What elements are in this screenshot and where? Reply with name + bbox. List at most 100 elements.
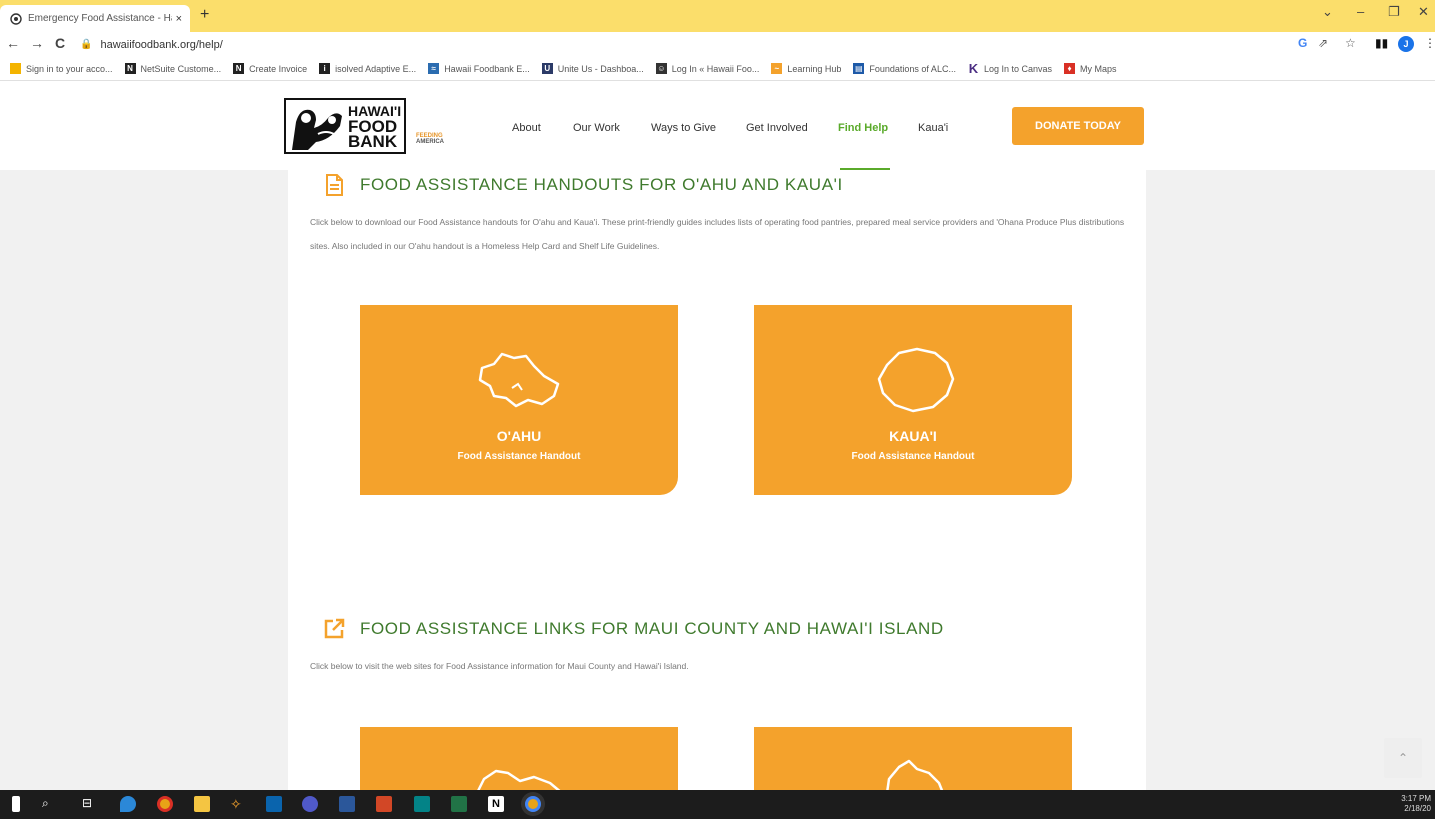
section-heading-handouts: FOOD ASSISTANCE HANDOUTS FOR O'AHU AND K… [322,173,843,197]
google-icon[interactable]: G [1298,36,1307,50]
chrome-icon[interactable] [157,796,173,812]
tab-search-icon[interactable]: ⌄ [1322,4,1333,20]
restore-button[interactable]: ❐ [1388,4,1400,20]
side-panel-icon[interactable]: ▮▮ [1375,36,1388,50]
section-heading-links: FOOD ASSISTANCE LINKS FOR MAUI COUNTY AN… [322,617,944,641]
bookmark-item[interactable]: U Unite Us - Dashboa... [541,63,644,74]
bookmark-item[interactable]: ▤ Foundations of ALC... [853,63,956,74]
site-header: HAWAI'I FOOD BANK FEEDING AMERICA About … [0,81,1435,170]
bookmark-label: Foundations of ALC... [869,63,956,74]
bookmarks-bar: Sign in to your acco... N NetSuite Custom… [0,57,1435,81]
url-text[interactable]: hawaiifoodbank.org/help/ [100,39,222,51]
canvas-icon: K [967,61,979,76]
back-button[interactable]: ← [6,35,20,51]
outlook-icon[interactable] [266,796,282,812]
browser-toolbar: ← → C 🔒 hawaiifoodbank.org/help/ G ⇗ ☆ ▮… [0,32,1435,57]
hawaii-foodbank-logo[interactable]: HAWAI'I FOOD BANK [284,98,406,154]
profile-avatar[interactable]: J [1398,36,1414,52]
system-clock[interactable]: 3:17 PM 2/18/20 [1401,794,1431,814]
course-icon: ▤ [853,63,865,74]
nav-our-work[interactable]: Our Work [573,122,620,134]
donate-button[interactable]: DONATE TODAY [1012,107,1144,145]
feeding-america-logo[interactable]: FEEDING AMERICA [416,133,444,145]
bookmark-item[interactable]: Sign in to your acco... [10,63,113,74]
nav-ways-to-give[interactable]: Ways to Give [651,122,716,134]
browser-tab[interactable]: Emergency Food Assistance - Ha × [0,5,190,32]
bookmark-item[interactable]: ~ Learning Hub [771,63,841,74]
task-view-icon[interactable]: ⊟ [82,796,98,812]
maui-island-icon [476,769,563,793]
foodbank-icon: ☺ [655,63,667,74]
section-description: Click below to visit the web sites for F… [310,661,689,671]
windows-taskbar: ⌕ ⊟ ✧ N 3:17 PM 2/18/20 [0,790,1435,819]
main-content: FOOD ASSISTANCE HANDOUTS FOR O'AHU AND K… [288,170,1146,793]
forward-button[interactable]: → [30,35,44,51]
document-icon [326,174,343,196]
bookmark-item[interactable]: N Create Invoice [233,63,307,74]
bookmark-label: Hawaii Foodbank E... [444,63,530,74]
logo-word: BANK [348,131,398,151]
new-tab-button[interactable]: + [200,6,209,24]
site-favicon-icon [10,12,22,25]
nav-kauai[interactable]: Kaua'i [918,122,948,134]
chrome-active-icon[interactable] [525,796,541,812]
bookmark-label: My Maps [1080,63,1117,74]
bookmark-item[interactable]: ☺ Log In « Hawaii Foo... [655,63,760,74]
notion-icon[interactable]: N [488,796,504,812]
menu-kebab-icon[interactable]: ⋮ [1424,36,1435,50]
droplet-app-icon[interactable] [120,796,136,812]
word-icon[interactable] [339,796,355,812]
close-window-button[interactable]: ✕ [1418,4,1429,20]
bookmark-item[interactable]: ♦ My Maps [1064,63,1117,74]
bookmark-label: Create Invoice [249,63,308,74]
bookmark-label: Log In to Canvas [983,63,1052,74]
bookmark-label: NetSuite Custome... [140,63,222,74]
publisher-icon[interactable] [414,796,430,812]
bookmark-item[interactable]: K Log In to Canvas [967,61,1052,76]
section-description: Click below to download our Food Assista… [310,217,1125,251]
scroll-to-top-button[interactable]: ⌃ [1384,738,1422,778]
lock-icon: 🔒 [80,39,93,50]
hawaii-island-card[interactable] [754,727,1072,793]
bookmark-label: Log In « Hawaii Foo... [671,63,760,74]
star-icon[interactable]: ☆ [1345,36,1356,50]
nav-find-help[interactable]: Find Help [838,122,888,134]
netsuite-icon: N [233,63,245,74]
sparkle-app-icon[interactable]: ✧ [230,796,246,812]
bookmark-label: Learning Hub [787,63,842,74]
share-icon[interactable]: ⇗ [1318,36,1328,50]
teams-icon[interactable] [302,796,318,812]
profile-initial: J [1398,36,1414,52]
powerpoint-icon[interactable] [376,796,392,812]
file-explorer-icon[interactable] [194,796,210,812]
search-icon[interactable]: ⌕ [42,796,58,812]
reload-button[interactable]: C [55,35,65,51]
oahu-handout-card[interactable]: O'AHU Food Assistance Handout [360,305,678,495]
excel-icon[interactable] [451,796,467,812]
logo-wordmark: HAWAI'I FOOD BANK [346,100,401,152]
tab-close-icon[interactable]: × [176,13,182,25]
foodbank-icon: ≈ [428,63,440,74]
logo-figure-icon [286,100,346,152]
isolved-icon: i [319,63,331,74]
nav-get-involved[interactable]: Get Involved [746,122,808,134]
clock-date: 2/18/20 [1404,804,1431,813]
bookmark-icon [10,63,21,74]
section-title: FOOD ASSISTANCE LINKS FOR MAUI COUNTY AN… [360,619,944,638]
address-bar[interactable]: 🔒 hawaiifoodbank.org/help/ [80,34,1280,55]
learning-icon: ~ [771,63,783,74]
minimize-button[interactable]: – [1357,4,1364,19]
bookmark-item[interactable]: ≈ Hawaii Foodbank E... [428,63,530,74]
windows-start-icon[interactable] [12,796,20,812]
kauai-island-icon [877,347,955,413]
netsuite-icon: N [124,63,136,74]
maui-county-card[interactable] [360,727,678,793]
bookmark-label: Sign in to your acco... [26,63,113,74]
card-subtitle: Food Assistance Handout [457,451,581,462]
bookmark-item[interactable]: N NetSuite Custome... [124,63,222,74]
kauai-handout-card[interactable]: KAUA'I Food Assistance Handout [754,305,1072,495]
bookmark-label: Unite Us - Dashboa... [557,63,644,74]
bookmark-item[interactable]: i isolved Adaptive E... [319,63,416,74]
card-subtitle: Food Assistance Handout [851,451,975,462]
nav-about[interactable]: About [512,122,541,134]
